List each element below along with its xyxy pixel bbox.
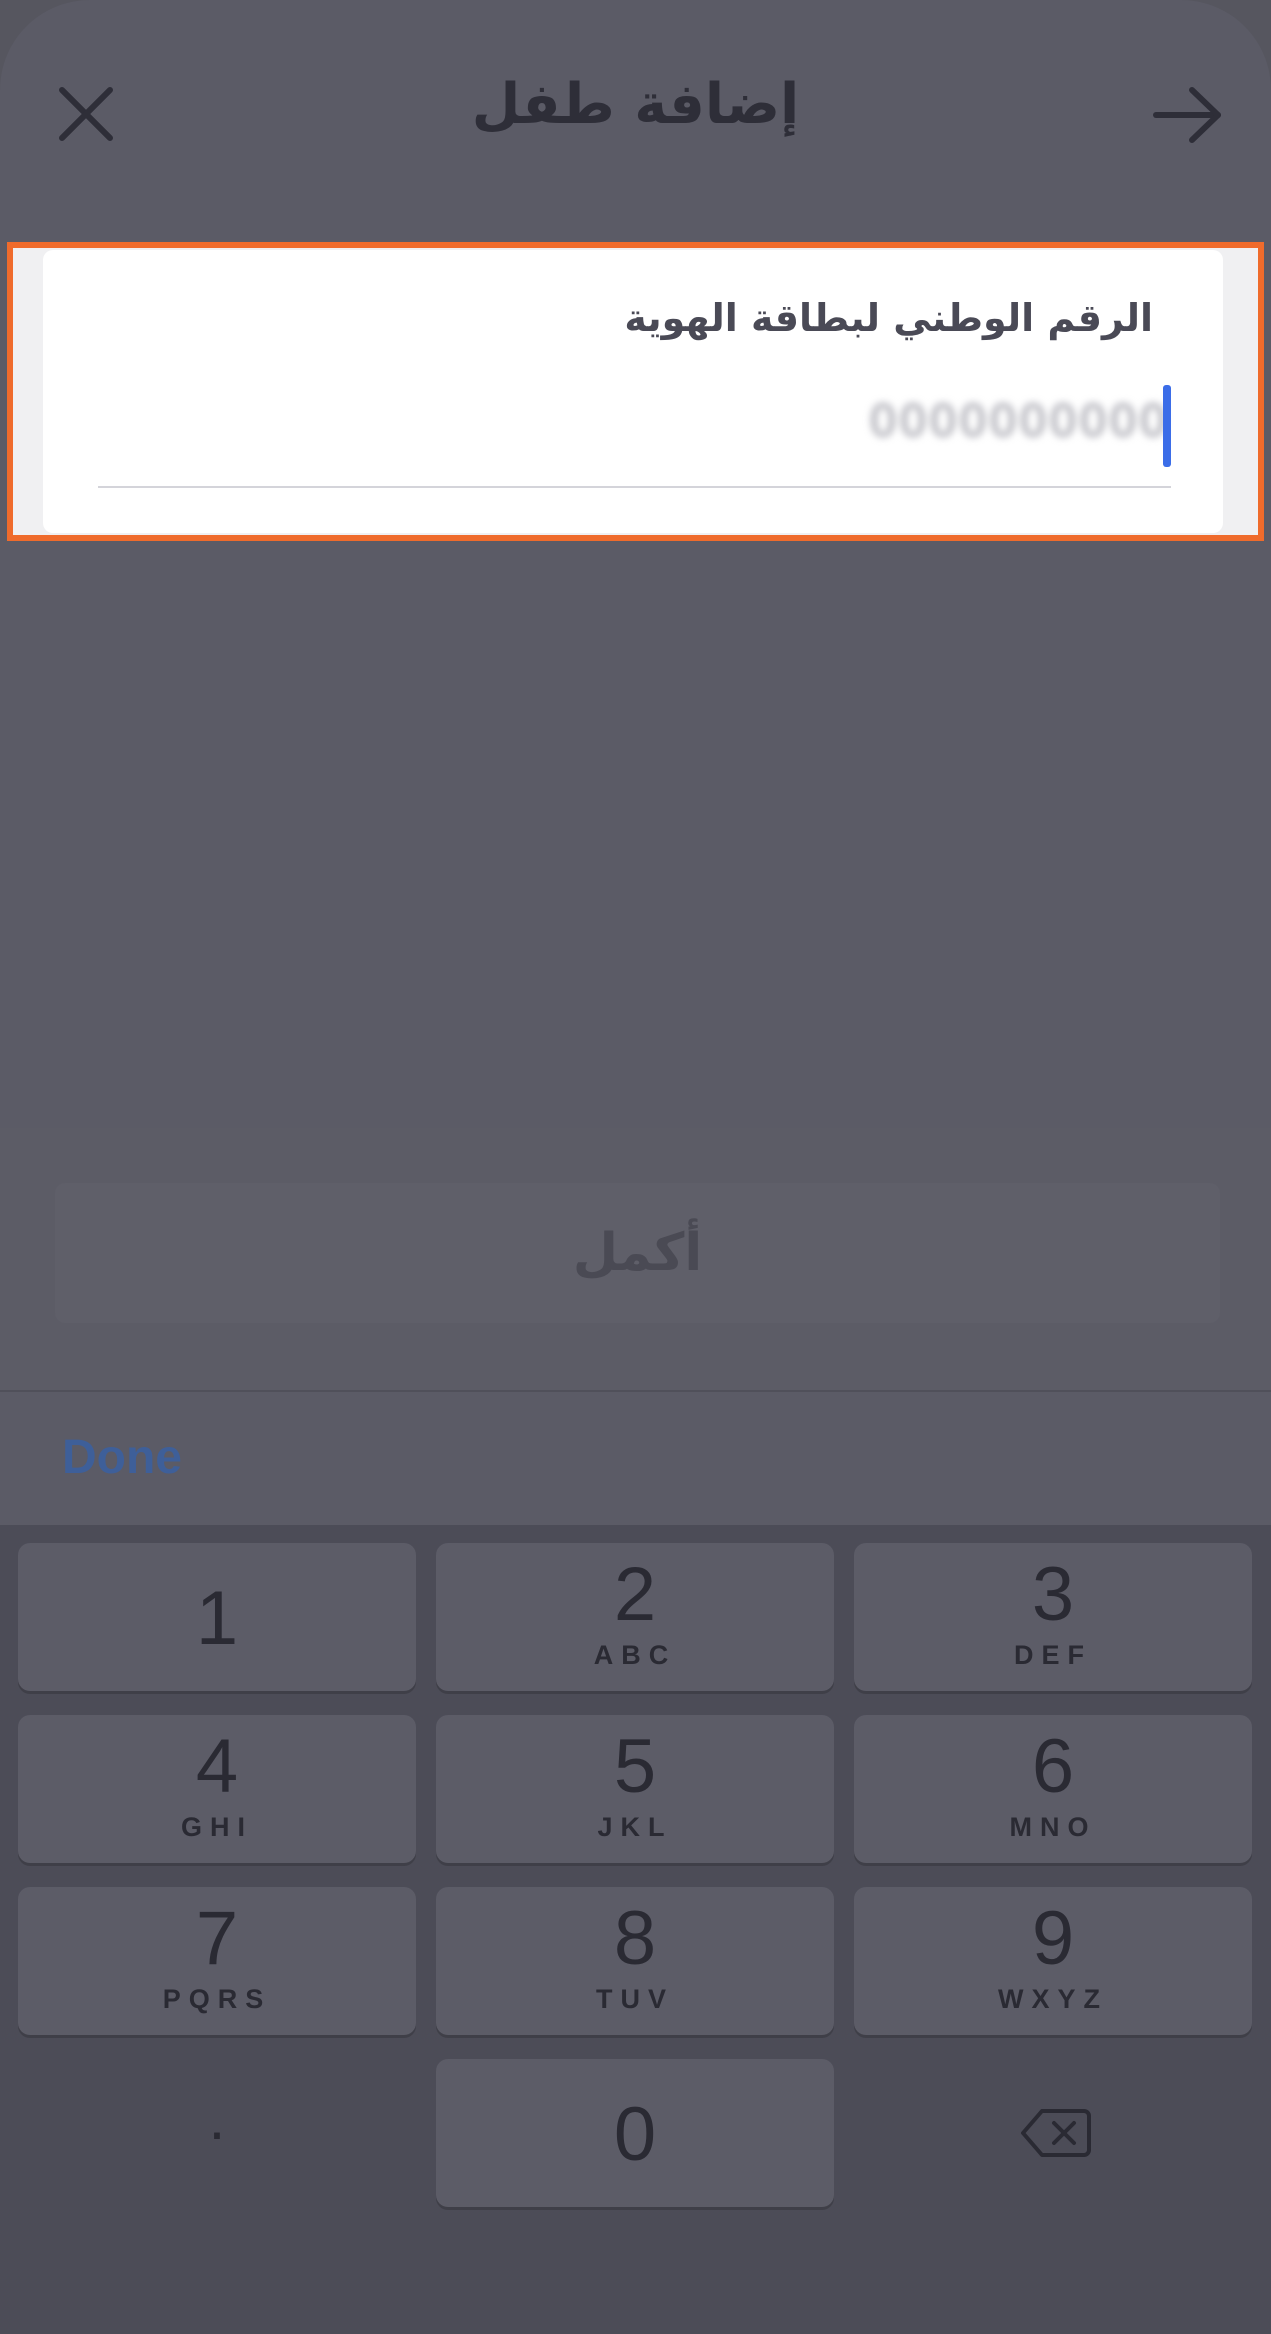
key-6[interactable]: 6 MNO: [854, 1715, 1252, 1863]
key-4-number: 4: [195, 1724, 239, 1809]
key-5[interactable]: 5 JKL: [436, 1715, 834, 1863]
continue-button[interactable]: أكمل: [55, 1183, 1220, 1323]
national-id-label: الرقم الوطني لبطاقة الهوية: [624, 296, 1153, 340]
key-4[interactable]: 4 GHI: [18, 1715, 416, 1863]
key-9-letters: WXYZ: [998, 1984, 1108, 2014]
key-delete[interactable]: [854, 2059, 1252, 2207]
key-2-number: 2: [613, 1552, 657, 1637]
national-id-card: الرقم الوطني لبطاقة الهوية: [43, 250, 1223, 533]
key-2-letters: ABC: [593, 1640, 677, 1670]
back-button[interactable]: [1148, 80, 1228, 150]
key-6-number: 6: [1031, 1724, 1075, 1809]
key-4-letters: GHI: [180, 1812, 253, 1842]
key-0[interactable]: 0: [436, 2059, 834, 2207]
key-3[interactable]: 3 DEF: [854, 1543, 1252, 1691]
key-7-letters: PQRS: [162, 1984, 272, 2014]
header: إضافة طفل: [0, 0, 1271, 230]
done-button[interactable]: Done: [62, 1430, 182, 1485]
key-9-number: 9: [1031, 1896, 1075, 1981]
arrow-right-icon: [1153, 87, 1221, 143]
key-5-letters: JKL: [597, 1812, 673, 1842]
key-0-number: 0: [613, 2092, 657, 2177]
key-6-letters: MNO: [1009, 1812, 1097, 1842]
text-caret: [1163, 385, 1171, 467]
key-dot-label: .: [208, 2085, 226, 2152]
key-3-letters: DEF: [1014, 1640, 1092, 1670]
key-1[interactable]: 1: [18, 1543, 416, 1691]
field-underline: [98, 486, 1171, 488]
key-8-number: 8: [613, 1896, 657, 1981]
key-7[interactable]: 7 PQRS: [18, 1887, 416, 2035]
key-8-letters: TUV: [596, 1984, 674, 2014]
key-7-number: 7: [195, 1896, 239, 1981]
key-dot[interactable]: .: [18, 2059, 416, 2207]
national-id-input[interactable]: [567, 380, 1171, 462]
key-3-number: 3: [1031, 1552, 1075, 1637]
keyboard-accessory-bar: Done: [0, 1390, 1271, 1527]
key-5-number: 5: [613, 1724, 657, 1809]
key-2[interactable]: 2 ABC: [436, 1543, 834, 1691]
numeric-keypad: 1 2 ABC 3 DEF 4 GHI 5 JKL 6 MNO 7 PQRS 8…: [0, 1525, 1271, 2334]
key-8[interactable]: 8 TUV: [436, 1887, 834, 2035]
continue-label: أكمل: [572, 1223, 703, 1283]
screen: إضافة طفل الرقم الوطني لبطاقة الهوية أكم…: [0, 0, 1271, 2334]
page-title: إضافة طفل: [471, 72, 800, 137]
key-1-number: 1: [195, 1576, 239, 1661]
key-9[interactable]: 9 WXYZ: [854, 1887, 1252, 2035]
backspace-icon: [1021, 2109, 1091, 2157]
